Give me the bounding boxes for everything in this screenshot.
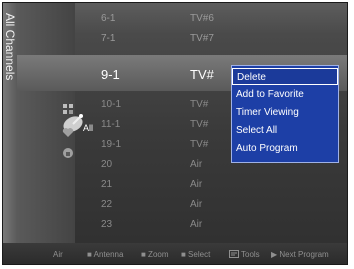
channel-list-panel: All Channels 6-1 TV#6 7-1 TV#7 All 9-1 T…	[2, 2, 348, 265]
channel-name: TV#	[190, 99, 209, 110]
channel-number: 9-1	[101, 67, 120, 82]
channel-name: Air	[190, 199, 203, 210]
footer-bar: Air ■ Antenna ■ Zoom ■ Select Tools ▶ Ne…	[3, 243, 347, 264]
context-menu: Delete Add to Favorite Timer Viewing Sel…	[231, 65, 339, 163]
screen: All Channels 6-1 TV#6 7-1 TV#7 All 9-1 T…	[0, 0, 354, 269]
footer-zoom: ■ Zoom	[141, 250, 169, 259]
channel-name: TV#7	[190, 33, 214, 44]
footer-select: ■ Select	[181, 250, 211, 259]
footer-source: Air	[53, 250, 63, 259]
channel-name: TV#	[190, 119, 209, 130]
sidebar-title: All Channels	[3, 13, 17, 81]
channel-number: 20	[101, 159, 113, 170]
channel-name: Air	[190, 219, 203, 230]
channel-name: TV#	[190, 67, 214, 82]
channel-number: 19-1	[101, 139, 122, 150]
channel-number: 11-1	[101, 119, 121, 130]
menu-item-delete[interactable]: Delete	[232, 68, 338, 85]
footer-antenna: ■ Antenna	[87, 250, 124, 259]
channel-row[interactable]: 7-1 TV#7	[17, 33, 347, 49]
tools-icon	[229, 250, 239, 260]
footer-next: ▶ Next Program	[271, 250, 329, 259]
menu-item-add-to-favorite[interactable]: Add to Favorite	[232, 86, 338, 103]
menu-item-timer-viewing[interactable]: Timer Viewing	[232, 104, 338, 121]
channel-number: 23	[101, 219, 113, 230]
channel-list: 6-1 TV#6 7-1 TV#7 All 9-1 TV# 10-1 TV# 1…	[17, 3, 347, 243]
channel-row[interactable]: 23 Air	[17, 219, 347, 235]
channel-row[interactable]: 6-1 TV#6	[17, 13, 347, 29]
channel-name: TV#6	[190, 13, 214, 24]
channel-number: 10-1	[101, 99, 122, 110]
channel-row[interactable]: 21 Air	[17, 179, 347, 195]
menu-item-auto-program[interactable]: Auto Program	[232, 140, 338, 157]
channel-row[interactable]: 22 Air	[17, 199, 347, 215]
channel-number: 21	[101, 179, 113, 190]
channel-number: 22	[101, 199, 113, 210]
channel-name: Air	[190, 179, 203, 190]
channel-name: Air	[190, 159, 203, 170]
channel-number: 7-1	[101, 33, 116, 44]
channel-number: 6-1	[101, 13, 116, 24]
sidebar: All Channels	[3, 3, 17, 243]
channel-name: TV#	[190, 139, 209, 150]
menu-item-select-all[interactable]: Select All	[232, 122, 338, 139]
footer-tools: Tools	[241, 250, 260, 259]
